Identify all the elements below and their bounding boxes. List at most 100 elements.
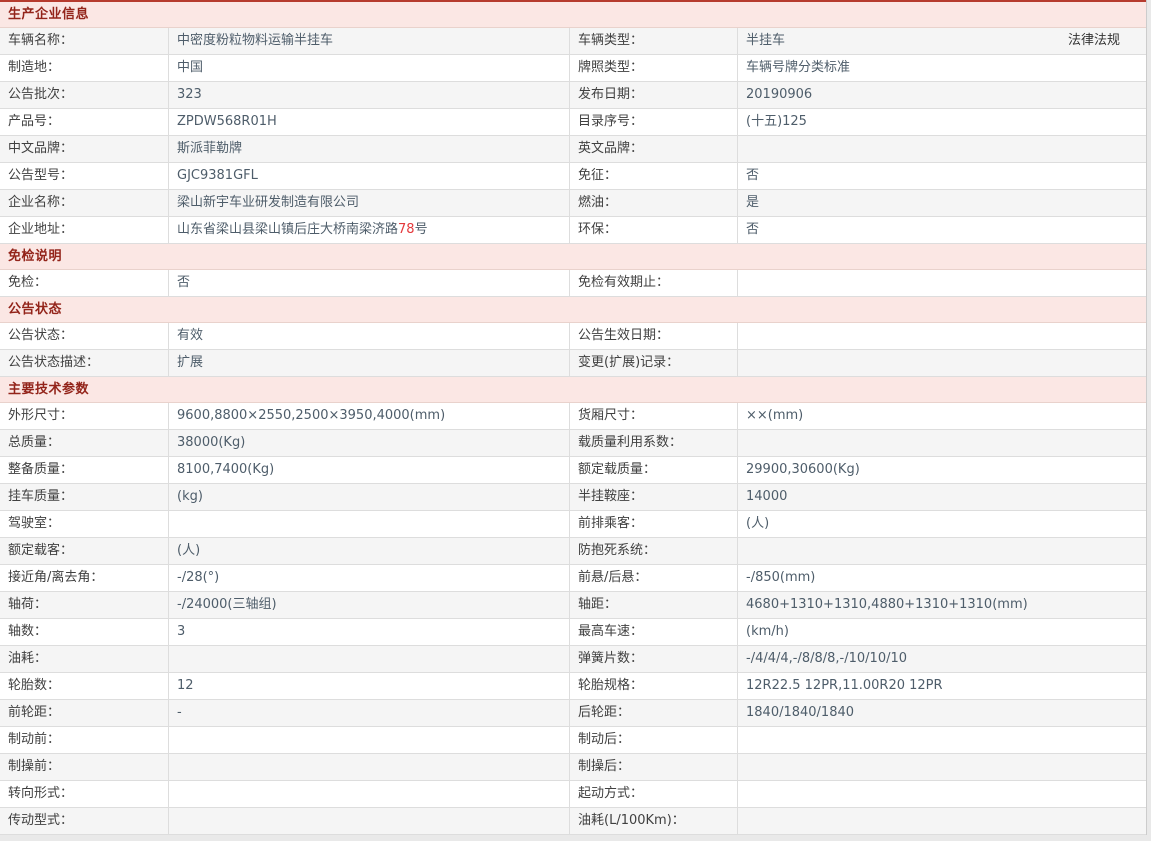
field-value: 斯派菲勒牌	[169, 136, 570, 162]
table-row: 中文品牌：斯派菲勒牌英文品牌：	[0, 136, 1146, 163]
field-label: 燃油：	[570, 190, 738, 216]
field-label: 油耗(L/100Km)：	[570, 808, 738, 834]
field-label: 接近角/离去角：	[0, 565, 169, 591]
field-value: 14000	[738, 484, 1146, 510]
field-value: -/850(mm)	[738, 565, 1146, 591]
field-value: -/24000(三轴组)	[169, 592, 570, 618]
table-row: 制造地：中国牌照类型：车辆号牌分类标准	[0, 55, 1146, 82]
table-row: 制操前： 制操后：	[0, 754, 1146, 781]
field-value: 38000(Kg)	[169, 430, 570, 456]
field-value: (kg)	[169, 484, 570, 510]
table-row: 企业地址：山东省梁山县梁山镇后庄大桥南梁济路78号环保：否	[0, 217, 1146, 244]
field-label: 企业名称：	[0, 190, 169, 216]
field-value: 车辆号牌分类标准	[738, 55, 1146, 81]
field-label: 公告批次：	[0, 82, 169, 108]
field-label: 变更(扩展)记录：	[570, 350, 738, 376]
field-value: -	[169, 700, 570, 726]
field-label: 企业地址：	[0, 217, 169, 243]
field-value	[169, 727, 570, 753]
field-value: 12	[169, 673, 570, 699]
field-value: 323	[169, 82, 570, 108]
table-row: 轴荷：-/24000(三轴组)轴距：4680+1310+1310,4880+13…	[0, 592, 1146, 619]
field-label: 前悬/后悬：	[570, 565, 738, 591]
field-label: 轴荷：	[0, 592, 169, 618]
field-value: 扩展	[169, 350, 570, 376]
field-label: 目录序号：	[570, 109, 738, 135]
field-label: 轴距：	[570, 592, 738, 618]
field-label: 制操前：	[0, 754, 169, 780]
field-value: (km/h)	[738, 619, 1146, 645]
field-label: 产品号：	[0, 109, 169, 135]
table-row: 接近角/离去角：-/28(°)前悬/后悬：-/850(mm)	[0, 565, 1146, 592]
field-value: 梁山新宇车业研发制造有限公司	[169, 190, 570, 216]
field-value: 12R22.5 12PR,11.00R20 12PR	[738, 673, 1146, 699]
field-value	[738, 430, 1146, 456]
field-label: 中文品牌：	[0, 136, 169, 162]
field-label: 制操后：	[570, 754, 738, 780]
table-row: 额定载客：(人)防抱死系统：	[0, 538, 1146, 565]
field-label: 货厢尺寸：	[570, 403, 738, 429]
table-row: 企业名称：梁山新宇车业研发制造有限公司燃油：是	[0, 190, 1146, 217]
field-value: -/28(°)	[169, 565, 570, 591]
info-table: 生产企业信息车辆名称：中密度粉粒物料运输半挂车车辆类型：半挂车法律法规制造地：中…	[0, 2, 1146, 835]
field-value: 8100,7400(Kg)	[169, 457, 570, 483]
table-row: 挂车质量：(kg)半挂鞍座：14000	[0, 484, 1146, 511]
field-value: (人)	[169, 538, 570, 564]
field-label: 外形尺寸：	[0, 403, 169, 429]
field-value	[738, 270, 1146, 296]
section-header: 生产企业信息	[0, 2, 1146, 28]
field-value	[738, 808, 1146, 834]
field-value: 中密度粉粒物料运输半挂车	[169, 28, 570, 54]
field-label: 弹簧片数：	[570, 646, 738, 672]
field-label: 免征：	[570, 163, 738, 189]
table-row: 外形尺寸：9600,8800×2550,2500×3950,4000(mm)货厢…	[0, 403, 1146, 430]
field-label: 公告状态：	[0, 323, 169, 349]
field-value	[738, 538, 1146, 564]
table-row: 公告批次：323发布日期：20190906	[0, 82, 1146, 109]
field-value: ZPDW568R01H	[169, 109, 570, 135]
field-label: 载质量利用系数：	[570, 430, 738, 456]
field-value: (十五)125	[738, 109, 1146, 135]
field-label: 牌照类型：	[570, 55, 738, 81]
field-label: 最高车速：	[570, 619, 738, 645]
field-label: 传动型式：	[0, 808, 169, 834]
field-label: 额定载客：	[0, 538, 169, 564]
field-label: 公告型号：	[0, 163, 169, 189]
legal-regulations-link[interactable]: 法律法规	[1068, 28, 1120, 54]
field-value: 9600,8800×2550,2500×3950,4000(mm)	[169, 403, 570, 429]
field-label: 车辆名称：	[0, 28, 169, 54]
field-label: 总质量：	[0, 430, 169, 456]
field-label: 挂车质量：	[0, 484, 169, 510]
field-value	[169, 511, 570, 537]
field-value	[738, 323, 1146, 349]
table-row: 前轮距：-后轮距：1840/1840/1840	[0, 700, 1146, 727]
field-value	[738, 727, 1146, 753]
table-row: 整备质量：8100,7400(Kg)额定载质量：29900,30600(Kg)	[0, 457, 1146, 484]
field-value: 20190906	[738, 82, 1146, 108]
field-value: GJC9381GFL	[169, 163, 570, 189]
field-value: 1840/1840/1840	[738, 700, 1146, 726]
field-value: 中国	[169, 55, 570, 81]
field-label: 轮胎数：	[0, 673, 169, 699]
table-row: 车辆名称：中密度粉粒物料运输半挂车车辆类型：半挂车法律法规	[0, 28, 1146, 55]
section-header: 公告状态	[0, 297, 1146, 323]
table-row: 总质量：38000(Kg)载质量利用系数：	[0, 430, 1146, 457]
table-row: 轮胎数：12轮胎规格：12R22.5 12PR,11.00R20 12PR	[0, 673, 1146, 700]
field-label: 英文品牌：	[570, 136, 738, 162]
field-label: 前排乘客：	[570, 511, 738, 537]
table-row: 传动型式： 油耗(L/100Km)：	[0, 808, 1146, 835]
field-label: 整备质量：	[0, 457, 169, 483]
table-row: 制动前：制动后：	[0, 727, 1146, 754]
field-label: 前轮距：	[0, 700, 169, 726]
field-value	[169, 754, 570, 780]
section-header: 免检说明	[0, 244, 1146, 270]
field-value: 3	[169, 619, 570, 645]
field-value	[738, 781, 1146, 807]
field-value	[169, 646, 570, 672]
field-label: 驾驶室：	[0, 511, 169, 537]
field-value	[738, 350, 1146, 376]
field-label: 轴数：	[0, 619, 169, 645]
field-value: (人)	[738, 511, 1146, 537]
field-label: 油耗：	[0, 646, 169, 672]
field-value: 有效	[169, 323, 570, 349]
